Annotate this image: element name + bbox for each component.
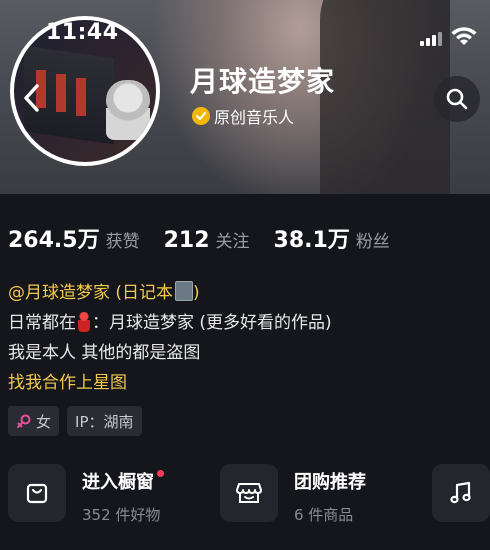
female-icon xyxy=(17,414,31,428)
search-button[interactable] xyxy=(434,76,480,122)
card-icon-box xyxy=(220,464,278,522)
feature-cards: 进入橱窗 352 件好物 团购推荐 6 件商品 xyxy=(0,458,490,550)
avatar-train-window xyxy=(56,74,66,112)
card-icon-box xyxy=(432,464,490,522)
bio-mention-link[interactable]: @月球造梦家 (日记本) xyxy=(8,281,200,303)
cellular-signal-icon xyxy=(420,30,442,46)
status-icons xyxy=(420,26,478,46)
showcase-title: 进入橱窗 xyxy=(82,472,154,493)
notebook-emoji-icon xyxy=(175,281,194,301)
stat-followers[interactable]: 38.1万 粉丝 xyxy=(274,222,390,254)
chevron-left-icon xyxy=(24,84,39,112)
stat-likes[interactable]: 264.5万 获赞 xyxy=(8,222,140,254)
showcase-card[interactable]: 进入橱窗 352 件好物 xyxy=(8,464,164,525)
avatar-astronaut xyxy=(106,80,150,140)
card-icon-box xyxy=(8,464,66,522)
profile-bio: @月球造梦家 (日记本) 日常都在 ：月球造梦家 (更多好看的作品) 我是本人 其… xyxy=(8,278,478,398)
stat-value: 264.5万 xyxy=(8,228,100,253)
verification-row[interactable]: 原创音乐人 xyxy=(192,104,294,128)
notification-dot xyxy=(157,470,164,477)
music-card[interactable] xyxy=(432,464,490,522)
stat-label: 获赞 xyxy=(105,232,140,252)
profile-stats: 264.5万 获赞 212 关注 38.1万 粉丝 xyxy=(8,222,414,254)
username: 月球造梦家 xyxy=(190,65,336,98)
ip-location-tag: IP：湖南 xyxy=(67,406,142,436)
gender-tag: 女 xyxy=(8,406,60,436)
stat-label: 粉丝 xyxy=(355,232,390,252)
bio-line-3: 我是本人 其他的都是盗图 xyxy=(8,343,201,363)
profile-tags: 女 IP：湖南 xyxy=(8,406,142,436)
gender-label: 女 xyxy=(36,412,52,431)
store-icon xyxy=(236,483,262,503)
status-time: 11:44 xyxy=(46,20,119,45)
profile-header: 11:44 月球造梦家 原创音乐人 xyxy=(0,0,490,194)
avatar-train-window xyxy=(76,78,86,116)
group-buy-subtitle: 6 件商品 xyxy=(294,506,354,524)
shopping-bag-icon xyxy=(26,483,48,504)
back-button[interactable] xyxy=(14,78,48,118)
ip-location-label: IP：湖南 xyxy=(75,412,134,431)
verification-label: 原创音乐人 xyxy=(214,108,295,127)
stat-label: 关注 xyxy=(215,232,250,252)
stat-following[interactable]: 212 关注 xyxy=(164,227,250,253)
group-buy-card[interactable]: 团购推荐 6 件商品 xyxy=(220,464,366,525)
bio-mention-line: @月球造梦家 (日记本) xyxy=(8,278,478,308)
bio-star-map-link[interactable]: 找我合作上星图 xyxy=(8,368,478,398)
music-note-icon xyxy=(450,481,471,504)
verified-badge-icon xyxy=(192,107,210,125)
stat-value: 38.1万 xyxy=(273,228,350,253)
stat-value: 212 xyxy=(163,228,210,253)
group-buy-title: 团购推荐 xyxy=(294,472,366,493)
search-icon xyxy=(446,88,468,110)
bio-line-2: 日常都在 ：月球造梦家 (更多好看的作品) xyxy=(8,312,332,333)
wifi-icon xyxy=(451,27,477,45)
showcase-subtitle: 352 件好物 xyxy=(82,506,161,524)
red-doll-emoji-icon xyxy=(78,312,90,332)
